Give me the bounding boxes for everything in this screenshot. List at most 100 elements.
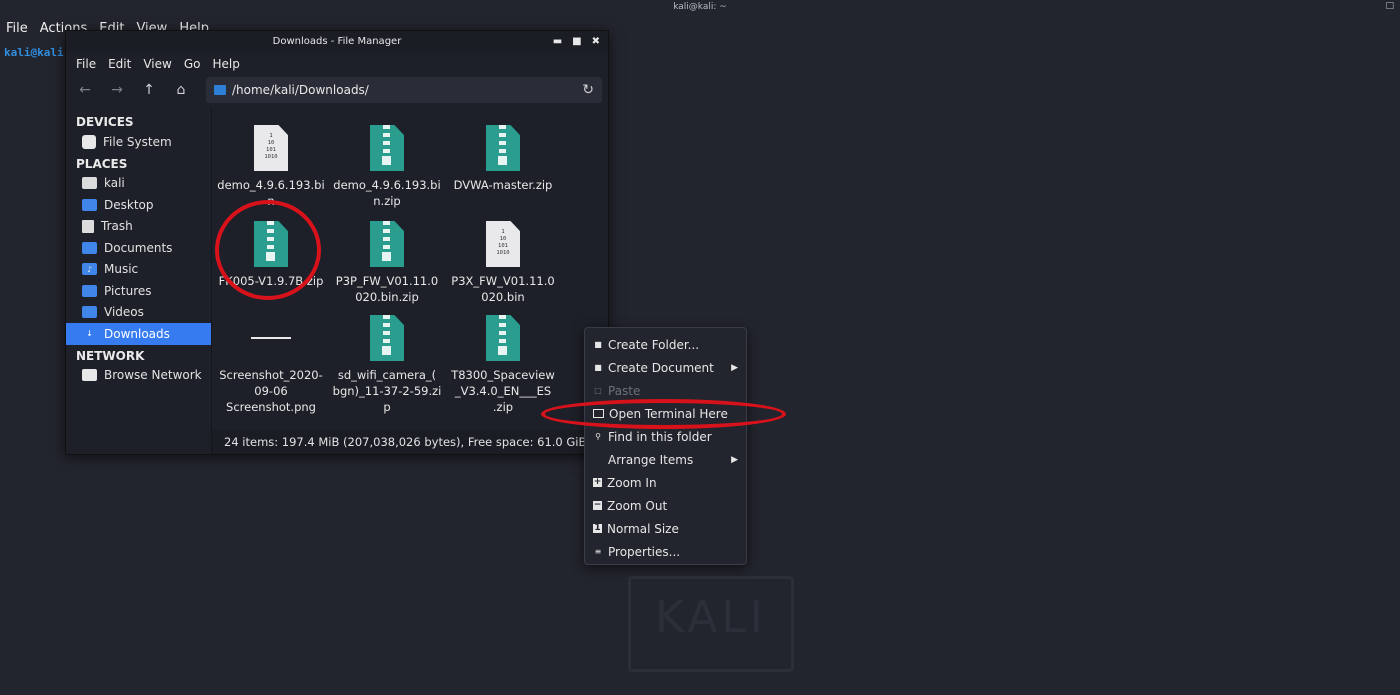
sidebar-item-label: Desktop xyxy=(104,197,154,212)
menu-item-zoom-in[interactable]: + Zoom In xyxy=(585,471,746,494)
status-bar: 24 items: 197.4 MiB (207,038,026 bytes),… xyxy=(212,430,608,454)
search-icon: ⚲ xyxy=(595,432,601,441)
zoom-in-icon: + xyxy=(593,477,602,487)
menu-item-label: Normal Size xyxy=(607,521,679,536)
disk-icon xyxy=(82,134,96,149)
sidebar-item-label: kali xyxy=(104,176,125,191)
menu-file[interactable]: File xyxy=(70,53,102,75)
zip-file-icon xyxy=(486,315,520,361)
menu-item-label: Zoom In xyxy=(607,475,657,490)
close-icon[interactable]: □ xyxy=(1385,1,1394,11)
file-item[interactable]: 1 10 101 1010 demo_4.9.6.193.bi n xyxy=(216,119,326,209)
sidebar-item-label: Videos xyxy=(104,305,144,320)
sidebar-item-label: File System xyxy=(103,134,172,149)
menu-item-normal-size[interactable]: 1 Normal Size xyxy=(585,517,746,540)
sidebar-item-pictures[interactable]: Pictures xyxy=(66,280,211,302)
home-folder-icon xyxy=(82,177,97,190)
menu-item-arrange-items[interactable]: Arrange Items ▶ xyxy=(585,448,746,471)
submenu-arrow-icon: ▶ xyxy=(731,454,738,465)
file-name: Screenshot.png xyxy=(226,400,316,414)
file-item[interactable]: DVWA-master.zip xyxy=(448,119,558,193)
file-name: n.zip xyxy=(373,194,401,208)
location-path[interactable]: /home/kali/Downloads/ xyxy=(232,83,582,97)
sidebar-item-videos[interactable]: Videos xyxy=(66,302,211,324)
file-name: Screenshot_2020- xyxy=(219,368,323,382)
menu-item-label: Zoom Out xyxy=(607,498,668,513)
location-bar[interactable]: /home/kali/Downloads/ ↻ xyxy=(206,77,602,103)
maximize-icon[interactable]: ■ xyxy=(572,31,581,53)
file-manager-window: Downloads - File Manager ▬ ■ ✖ File Edit… xyxy=(65,30,609,455)
sidebar-heading-network: NETWORK xyxy=(76,348,145,363)
sidebar-item-downloads[interactable]: ↓ Downloads xyxy=(66,323,211,345)
binary-file-icon: 1 10 101 1010 xyxy=(254,125,288,171)
menu-item-label: Find in this folder xyxy=(608,429,712,444)
up-arrow-icon[interactable]: ↑ xyxy=(136,78,162,102)
file-manager-menubar: File Edit View Go Help xyxy=(66,53,608,75)
file-name: demo_4.9.6.193.bi xyxy=(333,178,441,192)
menu-item-create-document[interactable]: ■ Create Document ▶ xyxy=(585,356,746,379)
file-name: 020.bin.zip xyxy=(355,290,419,304)
zoom-out-icon: − xyxy=(593,500,602,510)
menu-edit[interactable]: Edit xyxy=(102,53,137,75)
sidebar-item-music[interactable]: ♪ Music xyxy=(66,259,211,281)
menu-item-zoom-out[interactable]: − Zoom Out xyxy=(585,494,746,517)
menu-go[interactable]: Go xyxy=(178,53,207,75)
close-icon[interactable]: ✖ xyxy=(592,31,600,53)
submenu-arrow-icon: ▶ xyxy=(731,362,738,373)
folder-icon xyxy=(214,85,226,95)
menu-help[interactable]: Help xyxy=(206,53,245,75)
sidebar-item-browse-network[interactable]: Browse Network xyxy=(66,365,211,387)
home-icon[interactable]: ⌂ xyxy=(168,78,194,102)
file-name: T8300_Spaceview xyxy=(451,368,555,382)
menu-item-label: Arrange Items xyxy=(608,452,694,467)
file-name: P3P_FW_V01.11.0 xyxy=(335,274,439,288)
terminal-window-controls[interactable]: □ xyxy=(1385,1,1394,11)
download-folder-icon: ↓ xyxy=(86,329,93,339)
file-manager-toolbar: ← → ↑ ⌂ /home/kali/Downloads/ ↻ xyxy=(66,75,608,105)
reload-icon[interactable]: ↻ xyxy=(582,82,594,98)
trash-icon xyxy=(82,219,94,233)
file-item[interactable]: 1 10 101 1010 P3X_FW_V01.11.0 020.bin xyxy=(448,215,558,305)
kali-logo-text: KALI xyxy=(655,592,767,643)
file-name: p xyxy=(383,400,391,414)
sidebar-item-file-system[interactable]: File System xyxy=(66,131,211,153)
menu-item-label: Create Document xyxy=(608,360,714,375)
file-item[interactable]: demo_4.9.6.193.bi n.zip xyxy=(332,119,442,209)
file-item[interactable]: T8300_Spaceview _V3.4.0_EN___ES .zip xyxy=(448,309,558,415)
music-folder-icon: ♪ xyxy=(82,263,97,276)
file-item[interactable]: P3P_FW_V01.11.0 020.bin.zip xyxy=(332,215,442,305)
file-name: demo_4.9.6.193.bi xyxy=(217,178,325,192)
menu-item-label: Create Folder... xyxy=(608,337,700,352)
back-arrow-icon[interactable]: ← xyxy=(72,78,98,102)
terminal-menu-file[interactable]: File xyxy=(0,18,34,40)
file-name: P3X_FW_V01.11.0 xyxy=(451,274,555,288)
sidebar-item-kali[interactable]: kali xyxy=(66,173,211,195)
sidebar-item-desktop[interactable]: Desktop xyxy=(66,194,211,216)
menu-item-label: Paste xyxy=(608,383,641,398)
kali-logo-tagline xyxy=(709,647,714,656)
new-folder-icon: ■ xyxy=(594,340,602,349)
zip-file-icon xyxy=(370,221,404,267)
binary-file-icon: 1 10 101 1010 xyxy=(486,221,520,267)
forward-arrow-icon[interactable]: → xyxy=(104,78,130,102)
sidebar-item-label: Music xyxy=(104,262,139,277)
menu-item-properties[interactable]: ≡ Properties... xyxy=(585,540,746,563)
network-icon xyxy=(82,369,97,382)
sidebar-heading-places: PLACES xyxy=(76,156,128,171)
menu-view[interactable]: View xyxy=(137,53,177,75)
zip-file-icon xyxy=(370,125,404,171)
video-folder-icon xyxy=(82,306,97,319)
sidebar-item-trash[interactable]: Trash xyxy=(66,216,211,238)
file-item[interactable]: Screenshot_2020- 09-06 Screenshot.png xyxy=(216,309,326,415)
sidebar-item-label: Downloads xyxy=(104,326,170,341)
file-manager-titlebar[interactable]: Downloads - File Manager ▬ ■ ✖ xyxy=(66,31,608,53)
menu-item-create-folder[interactable]: ■ Create Folder... xyxy=(585,333,746,356)
file-item[interactable]: sd_wifi_camera_( bgn)_11-37-2-59.zi p xyxy=(332,309,442,415)
normal-size-icon: 1 xyxy=(593,523,602,533)
sidebar-item-label: Documents xyxy=(104,240,173,255)
annotation-ellipse-open-terminal xyxy=(541,399,786,429)
sidebar-item-documents[interactable]: Documents xyxy=(66,237,211,259)
context-menu: ■ Create Folder... ■ Create Document ▶ □… xyxy=(584,327,747,565)
sidebar-item-label: Trash xyxy=(101,219,133,234)
minimize-icon[interactable]: ▬ xyxy=(553,31,562,53)
